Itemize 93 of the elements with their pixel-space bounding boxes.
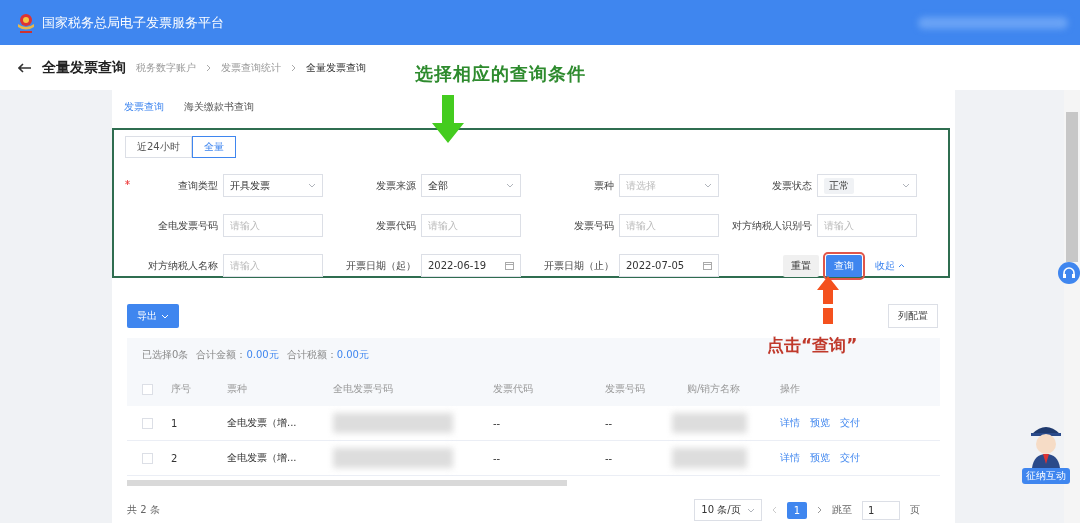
breadcrumb-item[interactable]: 税务数字账户 [136,60,196,75]
horizontal-scrollbar[interactable] [127,480,567,486]
action-link[interactable]: 详情 [780,416,800,430]
select-field[interactable]: 正常 [817,174,917,197]
chevron-right-icon [291,63,296,72]
input-field[interactable]: 请输入 [223,214,323,237]
date-field[interactable]: 2022-07-05 [619,254,719,277]
status-tag: 正常 [824,177,854,194]
range-toggle[interactable]: 近24小时 [125,136,192,158]
page-number[interactable]: 1 [786,501,807,519]
field-label: 发票号码 [573,218,614,233]
chevron-up-icon [898,263,905,268]
select-field[interactable]: 全部 [421,174,521,197]
field-label: 发票状态 [771,178,812,193]
export-button[interactable]: 导出 [127,304,179,328]
chevron-right-icon[interactable] [817,506,822,514]
checkbox[interactable] [142,383,153,395]
range-toggle[interactable]: 全量 [191,136,236,158]
select-field[interactable]: 请选择 [619,174,719,197]
column-header: 票种 [227,382,248,396]
tax-total: 合计税额：0.00元 [286,348,369,362]
select-field[interactable]: 开具发票 [223,174,323,197]
calendar-icon [703,261,712,270]
input-field[interactable]: 请输入 [421,214,521,237]
table-cell-text: -- [605,417,614,429]
table-cell-text: -- [493,452,502,464]
table-cell-text: 全电发票（增... [227,451,298,465]
field-label: 全电发票号码 [157,218,218,233]
table-cell-text: 1 [171,417,179,429]
field-label: 发票来源 [375,178,416,193]
breadcrumb-item[interactable]: 发票查询统计 [221,60,281,75]
chevron-down-icon [902,183,910,188]
input-field[interactable]: 请输入 [223,254,323,277]
column-header: 发票代码 [493,382,534,396]
up-arrow-icon [817,276,839,326]
action-link[interactable]: 预览 [810,416,830,430]
page-unit: 页 [910,503,920,517]
chevron-down-icon [308,183,316,188]
checkbox[interactable] [142,417,153,429]
calendar-icon [505,261,514,270]
column-header: 序号 [171,382,192,396]
table-cell-text: -- [605,452,614,464]
total-count: 共 2 条 [127,503,160,517]
page-input[interactable]: 1 [862,500,900,520]
date-field[interactable]: 2022-06-19 [421,254,521,277]
selected-count: 已选择0条 [142,348,189,362]
table-cell-text: 2 [171,452,179,464]
field-label: 对方纳税人名称 [147,258,218,273]
field-label: 开票日期（止） [543,258,614,273]
column-header: 操作 [779,382,801,396]
breadcrumb-item: 全量发票查询 [306,60,366,75]
reset-button[interactable]: 重置 [783,254,819,277]
headset-icon[interactable] [1058,262,1080,284]
back-arrow-icon[interactable] [18,62,32,73]
tab[interactable]: 发票查询 [124,100,164,128]
action-link[interactable]: 交付 [840,451,860,465]
annotation-text: 点击“查询” [767,334,858,357]
action-link[interactable]: 预览 [810,451,830,465]
field-label: 开票日期（起） [345,258,416,273]
platform-title: 国家税务总局电子发票服务平台 [42,13,224,32]
emblem-icon [16,11,36,34]
column-settings-button[interactable]: 列配置 [888,304,938,328]
table-cell-text: 全电发票（增... [227,416,298,430]
field-label: 对方纳税人识别号 [731,218,812,233]
chevron-left-icon[interactable] [771,506,777,514]
action-link[interactable]: 交付 [840,416,860,430]
search-button[interactable]: 查询 [826,254,862,277]
annotation-text: 选择相应的查询条件 [415,62,586,86]
input-field[interactable]: 请输入 [817,214,917,237]
field-label: 查询类型 [177,178,218,193]
chevron-down-icon [704,183,712,188]
column-header: 购/销方名称 [687,382,742,396]
chevron-down-icon [506,183,514,188]
table-cell-text: -- [493,417,502,429]
field-label: 发票代码 [375,218,416,233]
scrollbar-thumb[interactable] [1066,112,1078,262]
input-field[interactable]: 请输入 [619,214,719,237]
down-arrow-icon [432,95,464,143]
column-header: 发票号码 [605,382,646,396]
page-title: 全量发票查询 [42,58,126,77]
checkbox[interactable] [142,452,153,464]
chevron-right-icon [206,63,211,72]
collapse-link[interactable]: 收起 [875,258,905,273]
field-label: 票种 [593,178,614,193]
jump-label: 跳至 [832,503,852,517]
chevron-down-icon [746,507,755,513]
page-size-select[interactable]: 10 条/页 [694,499,762,521]
action-link[interactable]: 详情 [780,451,800,465]
tab[interactable]: 海关缴款书查询 [184,100,254,128]
assistant-label[interactable]: 征纳互动 [1022,468,1070,484]
column-header: 全电发票号码 [333,382,394,396]
amount-total: 合计金额：0.00元 [196,348,279,362]
chevron-down-icon [161,313,169,319]
